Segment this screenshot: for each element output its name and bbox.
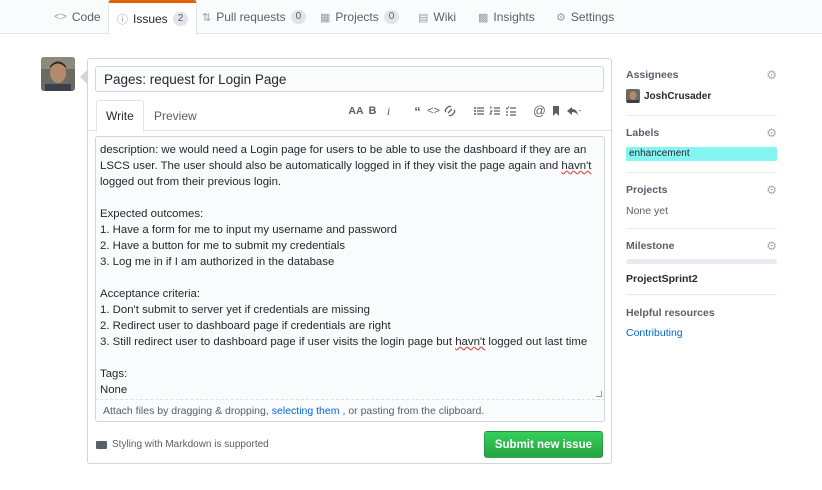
body-line: Expected outcomes:	[100, 208, 204, 220]
issue-title-input[interactable]	[95, 66, 604, 92]
body-line: None	[100, 384, 128, 396]
assignee[interactable]: JoshCrusader	[626, 89, 711, 103]
pull-requests-count: 0	[290, 10, 307, 24]
sidebar-projects: Projects ⚙ None yet	[626, 183, 777, 229]
tab-insights-label: Insights	[493, 10, 535, 24]
tab-pull-requests-label: Pull requests	[216, 10, 286, 24]
code-icon: <>	[54, 11, 67, 23]
gear-icon: ⚙	[556, 11, 566, 24]
tab-settings[interactable]: ⚙ Settings	[556, 0, 614, 34]
contributing-link[interactable]: Contributing	[626, 327, 683, 339]
submit-issue-button[interactable]: Submit new issue	[483, 431, 603, 458]
body-line: 3. Still redirect user to dashboard page…	[100, 336, 456, 348]
markdown-note[interactable]: Styling with Markdown is supported	[96, 439, 269, 450]
attach-files-dropzone[interactable]: Attach files by dragging & dropping, sel…	[95, 400, 605, 422]
milestone-progress	[626, 259, 777, 264]
body-line: LSCS user. The user should also be autom…	[100, 160, 562, 172]
misspelled-word: havn't	[455, 336, 486, 348]
body-line: logged out last time	[485, 336, 588, 348]
tab-issues-label: Issues	[133, 11, 168, 26]
reply-icon[interactable]	[564, 102, 584, 120]
body-line: 2. Redirect user to dashboard page if cr…	[100, 320, 391, 332]
gear-icon[interactable]: ⚙	[766, 126, 777, 140]
tab-write[interactable]: Write	[96, 100, 144, 132]
resize-handle[interactable]	[596, 391, 602, 397]
graph-icon: ▩	[478, 11, 489, 24]
select-files-link[interactable]: selecting them	[272, 405, 340, 417]
milestone-heading: Milestone	[626, 240, 675, 252]
tab-preview[interactable]: Preview	[145, 100, 206, 131]
milestone-name[interactable]: ProjectSprint2	[626, 273, 698, 285]
assignee-avatar	[626, 89, 640, 103]
gear-icon[interactable]: ⚙	[766, 183, 777, 197]
avatar-image	[41, 57, 75, 91]
avatar[interactable]	[41, 57, 75, 91]
tab-projects-label: Projects	[335, 10, 379, 24]
mention-icon[interactable]: @	[532, 102, 547, 120]
tab-code-label: Code	[71, 10, 101, 24]
repo-nav: <> Code ⓘ Issues 2 ⇅ Pull requests 0 ▦ P…	[0, 0, 822, 35]
body-line: description: we would need a Login page …	[100, 144, 587, 156]
projects-heading: Projects	[626, 184, 668, 196]
issue-body-textarea[interactable]: description: we would need a Login page …	[95, 136, 605, 400]
bookmark-icon[interactable]	[548, 102, 563, 120]
assignees-heading: Assignees	[626, 69, 679, 81]
markdown-note-label: Styling with Markdown is supported	[112, 439, 269, 450]
tab-wiki-label: Wiki	[433, 10, 457, 24]
task-list-icon[interactable]	[503, 102, 518, 120]
wiki-icon: ▤	[418, 11, 429, 24]
body-line: logged out from their previous login.	[100, 176, 282, 188]
project-icon: ▦	[320, 11, 331, 24]
body-line: Acceptance criteria:	[100, 288, 201, 300]
body-line: 3. Log me in if I am authorized in the d…	[100, 256, 335, 268]
gear-icon[interactable]: ⚙	[766, 68, 777, 82]
label-enhancement[interactable]: enhancement	[626, 147, 777, 161]
tab-projects[interactable]: ▦ Projects 0	[320, 0, 400, 34]
bold-icon[interactable]: B	[365, 102, 380, 120]
attach-text-after: , or pasting from the clipboard.	[342, 404, 485, 417]
pull-request-icon: ⇅	[202, 11, 212, 24]
tab-settings-label: Settings	[570, 10, 615, 24]
body-line: 1. Don't submit to server yet if credent…	[100, 304, 370, 316]
tab-insights[interactable]: ▩ Insights	[478, 0, 535, 34]
issue-icon: ⓘ	[117, 13, 128, 26]
sidebar-assignees: Assignees ⚙ JoshCrusader	[626, 68, 777, 116]
attach-text: Attach files by dragging & dropping,	[103, 404, 269, 417]
misspelled-word: havn't	[561, 160, 592, 172]
link-icon[interactable]	[442, 102, 457, 120]
body-line: Tags:	[100, 368, 128, 380]
italic-icon[interactable]: i	[381, 102, 396, 120]
labels-heading: Labels	[626, 127, 660, 139]
tab-code[interactable]: <> Code	[54, 0, 101, 34]
unordered-list-icon[interactable]	[471, 102, 486, 120]
sidebar-labels: Labels ⚙ enhancement	[626, 126, 777, 173]
new-issue-form: Write Preview AA B i “ <> @ description:…	[80, 58, 612, 464]
ordered-list-icon[interactable]	[487, 102, 502, 120]
body-line: 2. Have a button for me to submit my cre…	[100, 240, 346, 252]
code-icon[interactable]: <>	[426, 102, 441, 120]
helpful-heading: Helpful resources	[626, 307, 715, 319]
assignee-name: JoshCrusader	[644, 90, 712, 102]
issues-count: 2	[172, 11, 189, 26]
gear-icon[interactable]: ⚙	[766, 239, 777, 253]
tab-issues[interactable]: ⓘ Issues 2	[108, 0, 198, 35]
markdown-icon	[96, 440, 107, 449]
markdown-toolbar: AA B i “ <> @	[348, 101, 585, 121]
projects-value: None yet	[626, 205, 669, 217]
tab-wiki[interactable]: ▤ Wiki	[418, 0, 456, 34]
heading-icon[interactable]: AA	[348, 102, 364, 120]
sidebar-helpful-resources: Helpful resources Contributing	[626, 307, 777, 347]
tab-pull-requests[interactable]: ⇅ Pull requests 0	[202, 0, 307, 34]
quote-icon[interactable]: “	[410, 102, 425, 120]
projects-count: 0	[383, 10, 400, 24]
sidebar-milestone: Milestone ⚙ ProjectSprint2	[626, 239, 777, 295]
body-line: 1. Have a form for me to input my userna…	[100, 224, 397, 236]
